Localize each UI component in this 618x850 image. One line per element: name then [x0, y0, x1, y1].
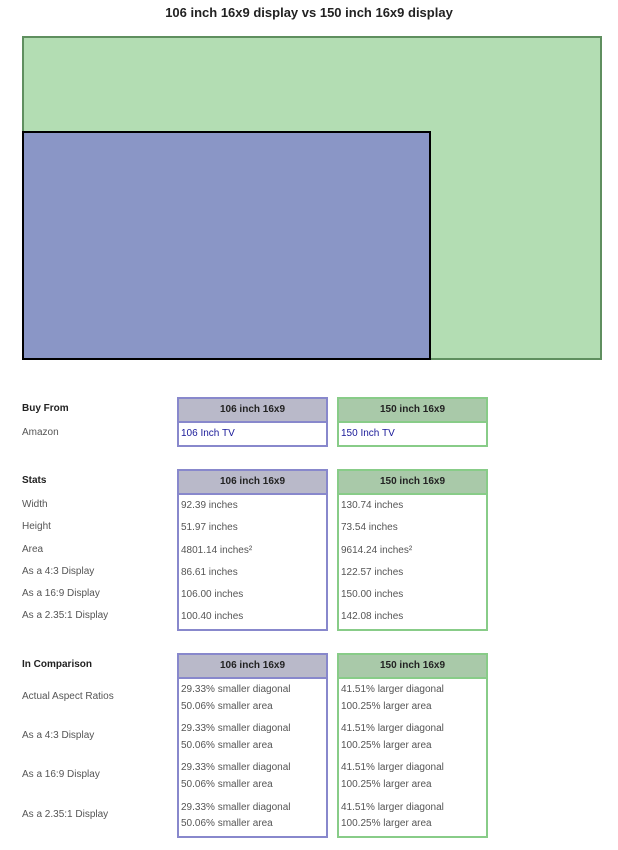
stat-value-106: 86.61 inches: [181, 566, 238, 578]
stat-label: As a 2.35:1 Display: [22, 610, 109, 622]
stat-value-150: 142.08 inches: [341, 611, 404, 623]
comparison-table-106: 106 inch 16x9 29.33% smaller diagonal 50.…: [177, 653, 328, 838]
stat-label: As a 4:3 Display: [22, 565, 95, 577]
stat-value-106: 100.40 inches: [181, 611, 244, 623]
stat-value-106: 51.97 inches: [181, 522, 238, 534]
stat-value-150: 122.57 inches: [341, 566, 404, 578]
buy-table-106: 106 inch 16x9 106 Inch TV: [177, 397, 328, 447]
comparison-heading: In Comparison: [22, 659, 93, 670]
comparison-cell-150: 41.51% larger diagonal 100.25% larger are…: [339, 679, 486, 718]
diagonal-diff: 41.51% larger diagonal: [341, 801, 444, 813]
stats-table-106: 106 inch 16x9 92.39 inches 51.97 inches 48…: [177, 469, 328, 631]
area-diff: 50.06% smaller area: [181, 739, 273, 751]
stat-label: As a 16:9 Display: [22, 588, 100, 600]
area-diff: 100.25% larger area: [341, 778, 432, 790]
column-header: 106 inch 16x9: [179, 399, 326, 423]
stats-table-150: 150 inch 16x9 130.74 inches 73.54 inches 9…: [337, 469, 488, 631]
comparison-cell-106: 29.33% smaller diagonal 50.06% smaller ar…: [179, 797, 326, 836]
stat-value-106: 4801.14 inches²: [181, 544, 253, 556]
diagonal-diff: 41.51% larger diagonal: [341, 723, 444, 735]
comparison-cell-150: 41.51% larger diagonal 100.25% larger are…: [339, 757, 486, 796]
area-diff: 100.25% larger area: [341, 739, 432, 751]
column-header: 106 inch 16x9: [179, 471, 326, 495]
area-diff: 50.06% smaller area: [181, 778, 273, 790]
diagonal-diff: 41.51% larger diagonal: [341, 762, 444, 774]
area-diff: 100.25% larger area: [341, 818, 432, 830]
diagonal-diff: 41.51% larger diagonal: [341, 684, 444, 695]
stat-label: Width: [22, 499, 48, 510]
stat-value-106: 106.00 inches: [181, 589, 244, 601]
page-title: 106 inch 16x9 display vs 150 inch 16x9 d…: [165, 5, 453, 20]
buy-from-heading: Buy From: [22, 403, 69, 414]
comparison-label: As a 16:9 Display: [22, 769, 100, 781]
diagonal-diff: 29.33% smaller diagonal: [181, 762, 291, 774]
comparison-label: Actual Aspect Ratios: [22, 691, 114, 702]
column-header: 150 inch 16x9: [339, 399, 486, 423]
comparison-cell-150: 41.51% larger diagonal 100.25% larger are…: [339, 718, 486, 757]
display-106-rect: [22, 131, 431, 360]
amazon-link-150[interactable]: 150 Inch TV: [339, 423, 486, 445]
stat-value-150: 150.00 inches: [341, 589, 404, 601]
comparison-cell-106: 29.33% smaller diagonal 50.06% smaller ar…: [179, 679, 326, 718]
stats-heading: Stats: [22, 475, 47, 486]
stat-value-150: 130.74 inches: [341, 500, 404, 511]
comparison-cell-106: 29.33% smaller diagonal 50.06% smaller ar…: [179, 718, 326, 757]
stat-value-150: 73.54 inches: [341, 522, 398, 534]
amazon-link-106[interactable]: 106 Inch TV: [179, 423, 326, 445]
area-diff: 50.06% smaller area: [181, 700, 273, 712]
comparison-table-150: 150 inch 16x9 41.51% larger diagonal 100.…: [337, 653, 488, 838]
column-header: 150 inch 16x9: [339, 471, 486, 495]
comparison-label: As a 4:3 Display: [22, 730, 95, 742]
stat-value-150: 9614.24 inches²: [341, 544, 413, 556]
stat-label: Area: [22, 543, 44, 555]
stat-label: Height: [22, 521, 51, 533]
buy-table-150: 150 inch 16x9 150 Inch TV: [337, 397, 488, 447]
amazon-label: Amazon: [22, 427, 59, 438]
comparison-label: As a 2.35:1 Display: [22, 808, 109, 820]
column-header: 106 inch 16x9: [179, 655, 326, 679]
comparison-cell-150: 41.51% larger diagonal 100.25% larger are…: [339, 797, 486, 836]
diagonal-diff: 29.33% smaller diagonal: [181, 684, 291, 695]
diagonal-diff: 29.33% smaller diagonal: [181, 801, 291, 813]
area-diff: 100.25% larger area: [341, 700, 432, 712]
column-header: 150 inch 16x9: [339, 655, 486, 679]
comparison-cell-106: 29.33% smaller diagonal 50.06% smaller ar…: [179, 757, 326, 796]
stat-value-106: 92.39 inches: [181, 500, 238, 511]
diagonal-diff: 29.33% smaller diagonal: [181, 723, 291, 735]
area-diff: 50.06% smaller area: [181, 818, 273, 830]
